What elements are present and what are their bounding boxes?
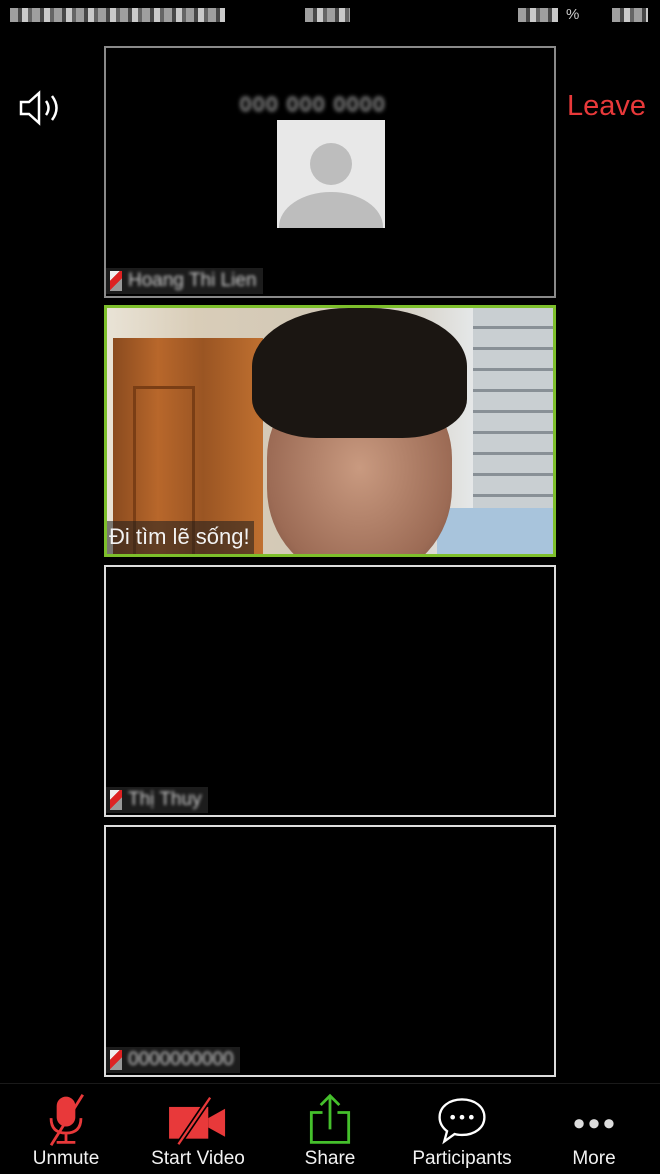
avatar bbox=[277, 120, 385, 228]
participant-tile[interactable]: Thị Thuy bbox=[104, 565, 556, 817]
meeting-toolbar: Unmute Start Video Share Participants Mo… bbox=[0, 1083, 660, 1174]
share-button[interactable]: Share bbox=[270, 1092, 390, 1174]
meeting-title: 000 000 0000 bbox=[240, 94, 387, 116]
video-camera-off-icon bbox=[169, 1096, 226, 1146]
microphone-off-icon bbox=[49, 1094, 84, 1146]
meeting-top-bar: 000 000 0000 Leave bbox=[0, 80, 660, 135]
microphone-muted-icon bbox=[110, 1050, 122, 1070]
start-video-button[interactable]: Start Video bbox=[138, 1092, 258, 1174]
share-upload-icon bbox=[309, 1093, 351, 1144]
participant-name-label: Thị Thuy bbox=[106, 787, 208, 813]
status-left-pixelated bbox=[10, 8, 225, 22]
battery-percent: % bbox=[566, 6, 580, 23]
speaker-icon[interactable] bbox=[18, 90, 64, 131]
participant-name-label: Hoang Thi Lien bbox=[106, 268, 263, 294]
video-feed bbox=[107, 308, 553, 554]
more-button[interactable]: More bbox=[534, 1092, 654, 1174]
battery-icon bbox=[612, 8, 648, 22]
signal-icon bbox=[518, 8, 558, 22]
participant-tile[interactable]: 0000000000 bbox=[104, 825, 556, 1077]
more-dots-icon bbox=[574, 1119, 614, 1129]
microphone-muted-icon bbox=[110, 790, 122, 810]
leave-button[interactable]: Leave bbox=[567, 90, 646, 123]
active-speaker-tile[interactable]: Đi tìm lẽ sống! bbox=[104, 305, 556, 557]
status-time-pixelated bbox=[305, 8, 350, 22]
participants-button[interactable]: Participants bbox=[402, 1092, 522, 1174]
status-bar: % bbox=[0, 0, 660, 34]
participant-name-label: 0000000000 bbox=[106, 1047, 240, 1073]
unmute-button[interactable]: Unmute bbox=[6, 1092, 126, 1174]
microphone-muted-icon bbox=[110, 271, 122, 291]
participant-name-label: Đi tìm lẽ sống! bbox=[107, 521, 254, 554]
chat-bubble-icon bbox=[438, 1098, 486, 1145]
